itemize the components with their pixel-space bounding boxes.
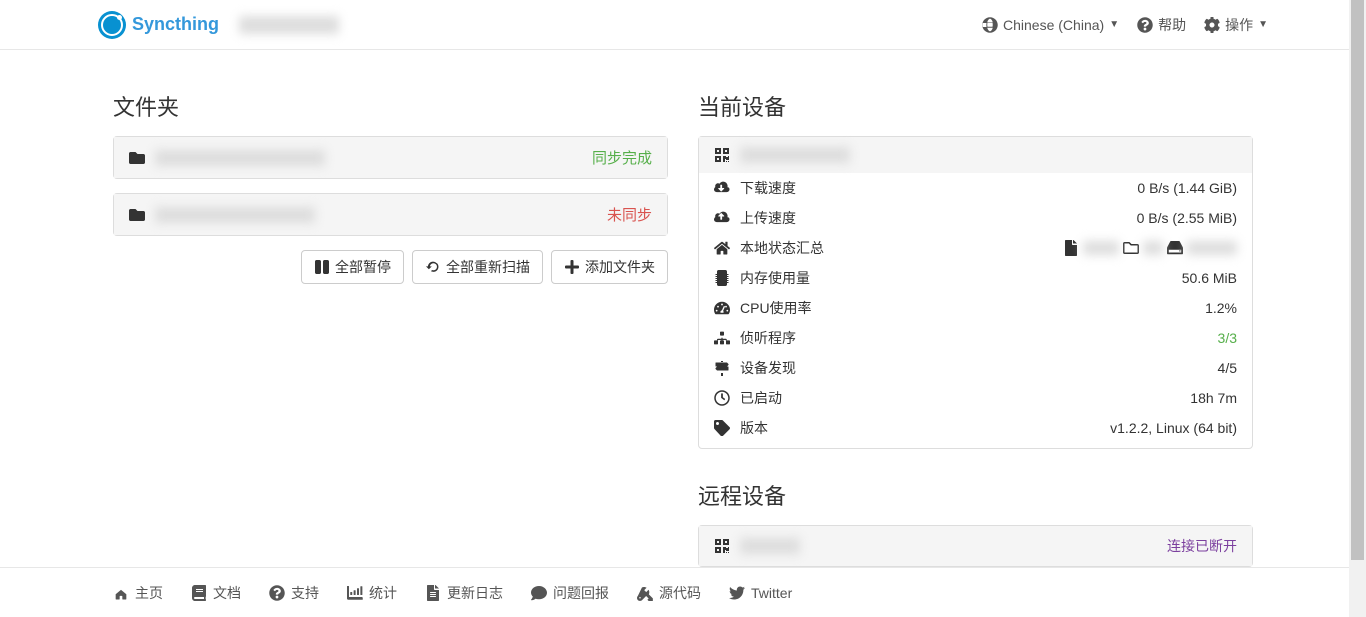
folder-count-blur <box>1143 241 1163 255</box>
remote-devices-heading: 远程设备 <box>698 479 1253 511</box>
stat-version: 版本 v1.2.2, Linux (64 bit) <box>699 413 1252 448</box>
globe-icon <box>982 17 998 33</box>
file-text-icon <box>425 585 441 601</box>
folder-icon <box>129 150 145 166</box>
folder-status: 同步完成 <box>592 147 652 168</box>
actions-dropdown[interactable]: 操作 ▼ <box>1204 15 1268 35</box>
stat-cpu: CPU使用率 1.2% <box>699 293 1252 323</box>
comment-icon <box>531 585 547 601</box>
qrcode-icon <box>714 147 730 163</box>
remote-device-name-blur <box>740 538 800 554</box>
file-icon <box>1063 240 1079 256</box>
bar-chart-icon <box>347 585 363 601</box>
device-name-blur <box>740 147 850 163</box>
remote-device-status: 连接已断开 <box>1167 536 1237 556</box>
pause-all-button[interactable]: 全部暂停 <box>301 250 404 284</box>
navbar: Syncthing Chinese (China) ▼ 帮助 操作 ▼ <box>0 0 1366 50</box>
tachometer-icon <box>714 300 730 316</box>
footer-docs[interactable]: 文档 <box>191 583 241 603</box>
stat-listeners: 侦听程序 3/3 <box>699 323 1252 353</box>
footer-bugs[interactable]: 问题回报 <box>531 583 609 603</box>
wrench-icon <box>637 585 653 601</box>
actions-label: 操作 <box>1225 15 1253 35</box>
listeners-link[interactable]: 3/3 <box>1218 330 1237 346</box>
footer-home[interactable]: 主页 <box>113 583 163 603</box>
size-blur <box>1187 241 1237 255</box>
language-dropdown[interactable]: Chinese (China) ▼ <box>982 17 1119 33</box>
footer-stats[interactable]: 统计 <box>347 583 397 603</box>
stat-download: 下载速度 0 B/s (1.44 GiB) <box>699 173 1252 203</box>
cloud-download-icon <box>714 180 730 196</box>
this-device-heading: 当前设备 <box>698 90 1253 122</box>
question-circle-icon <box>269 585 285 601</box>
help-link[interactable]: 帮助 <box>1137 15 1186 35</box>
discovery-link[interactable]: 4/5 <box>1218 360 1237 376</box>
folder-name-blur <box>155 150 325 166</box>
stat-ram: 内存使用量 50.6 MiB <box>699 263 1252 293</box>
stat-uptime: 已启动 18h 7m <box>699 383 1252 413</box>
rescan-all-label: 全部重新扫描 <box>446 257 530 277</box>
this-device-header[interactable] <box>699 137 1252 173</box>
footer-support[interactable]: 支持 <box>269 583 319 603</box>
gear-icon <box>1204 17 1220 33</box>
folder-buttons-row: 全部暂停 全部重新扫描 添加文件夹 <box>113 250 668 284</box>
syncthing-logo-icon <box>98 11 126 39</box>
qrcode-icon <box>714 538 730 554</box>
folder-header-1[interactable]: 未同步 <box>114 194 667 235</box>
remote-device-header[interactable]: 连接已断开 <box>699 526 1252 566</box>
footer-twitter[interactable]: Twitter <box>729 583 792 603</box>
folder-header-0[interactable]: 同步完成 <box>114 137 667 178</box>
this-device-panel: 下载速度 0 B/s (1.44 GiB) 上传速度 0 B/s (2.55 M… <box>698 136 1253 449</box>
device-column: 当前设备 下载速度 0 B/s (1.44 GiB) 上传速度 0 B/s (2… <box>698 90 1253 567</box>
book-icon <box>191 585 207 601</box>
caret-down-icon: ▼ <box>1258 19 1268 30</box>
footer: 主页 文档 支持 统计 更新日志 问题回报 源代码 Twitter <box>0 567 1366 617</box>
folders-heading: 文件夹 <box>113 90 668 122</box>
cloud-upload-icon <box>714 210 730 226</box>
language-label: Chinese (China) <box>1003 17 1104 33</box>
stat-local-state: 本地状态汇总 <box>699 233 1252 263</box>
folder-icon <box>129 207 145 223</box>
add-folder-button[interactable]: 添加文件夹 <box>551 250 668 284</box>
footer-source[interactable]: 源代码 <box>637 583 701 603</box>
caret-down-icon: ▼ <box>1109 19 1119 30</box>
home-icon <box>113 585 129 601</box>
map-signs-icon <box>714 360 730 376</box>
stat-upload: 上传速度 0 B/s (2.55 MiB) <box>699 203 1252 233</box>
help-label: 帮助 <box>1158 15 1186 35</box>
remote-device-panel: 连接已断开 <box>698 525 1253 567</box>
sitemap-icon <box>714 330 730 346</box>
brand-link[interactable]: Syncthing <box>98 11 219 39</box>
pause-icon <box>314 259 330 275</box>
rescan-all-button[interactable]: 全部重新扫描 <box>412 250 543 284</box>
refresh-icon <box>425 259 441 275</box>
file-count-blur <box>1083 241 1119 255</box>
folder-outline-icon <box>1123 240 1139 256</box>
footer-changelog[interactable]: 更新日志 <box>425 583 503 603</box>
clock-icon <box>714 390 730 406</box>
device-id-blur <box>239 16 339 34</box>
home-icon <box>714 240 730 256</box>
folders-column: 文件夹 同步完成 未同步 全部暂停 全部重新扫描 <box>113 90 668 567</box>
tag-icon <box>714 420 730 436</box>
add-folder-label: 添加文件夹 <box>585 257 655 277</box>
microchip-icon <box>714 270 730 286</box>
twitter-icon <box>729 585 745 601</box>
stat-discovery: 设备发现 4/5 <box>699 353 1252 383</box>
scrollbar-thumb[interactable] <box>1351 0 1364 560</box>
folder-status: 未同步 <box>607 204 652 225</box>
folder-panel-0: 同步完成 <box>113 136 668 179</box>
pause-all-label: 全部暂停 <box>335 257 391 277</box>
scrollbar-track[interactable] <box>1349 0 1366 617</box>
hdd-icon <box>1167 240 1183 256</box>
question-circle-icon <box>1137 17 1153 33</box>
plus-icon <box>564 259 580 275</box>
brand-text: Syncthing <box>132 14 219 35</box>
folder-panel-1: 未同步 <box>113 193 668 236</box>
folder-name-blur <box>155 207 315 223</box>
